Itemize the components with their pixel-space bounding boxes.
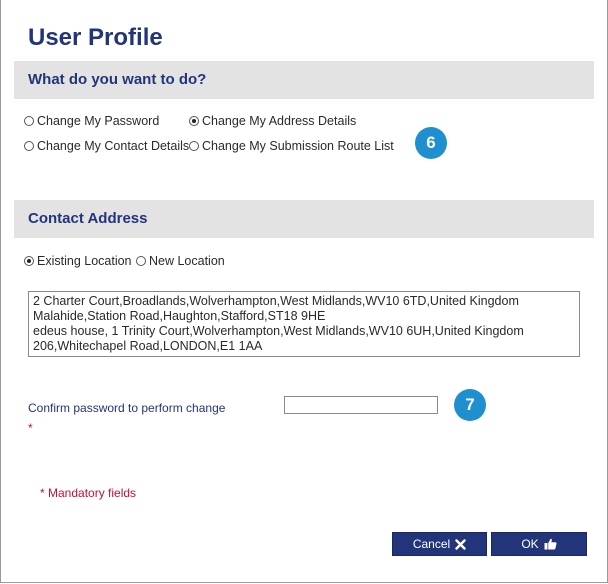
option-label: Change My Password <box>37 114 160 128</box>
address-option[interactable]: Malahide,Station Road,Haughton,Stafford,… <box>33 309 575 324</box>
confirm-password-label: Confirm password to perform change * <box>28 398 228 438</box>
cancel-button[interactable]: Cancel <box>392 532 487 556</box>
option-change-contact[interactable]: Change My Contact Details <box>24 139 189 153</box>
radio-change-address[interactable] <box>189 116 199 126</box>
step-badge-6: 6 <box>415 127 447 159</box>
option-label: Existing Location <box>37 254 132 268</box>
radio-change-submission-route[interactable] <box>189 141 199 151</box>
thumbs-up-icon <box>544 538 557 550</box>
confirm-password-input[interactable] <box>284 396 438 414</box>
required-mark: * <box>28 421 33 435</box>
page-title: User Profile <box>28 24 163 51</box>
address-option[interactable]: 206,Whitechapel Road,LONDON,E1 1AA <box>33 339 575 354</box>
option-change-address[interactable]: Change My Address Details <box>189 114 356 128</box>
action-section-header: What do you want to do? <box>14 61 594 99</box>
address-option[interactable]: edeus house, 1 Trinity Court,Wolverhampt… <box>33 324 575 339</box>
option-label: New Location <box>149 254 225 268</box>
option-existing-location[interactable]: Existing Location <box>24 254 132 268</box>
contact-address-header: Contact Address <box>14 200 594 238</box>
option-label: Change My Contact Details <box>37 139 190 153</box>
option-label: Change My Submission Route List <box>202 139 394 153</box>
cancel-button-label: Cancel <box>412 537 451 551</box>
radio-change-password[interactable] <box>24 116 34 126</box>
address-listbox[interactable]: 2 Charter Court,Broadlands,Wolverhampton… <box>28 291 580 357</box>
option-label: Change My Address Details <box>202 114 357 128</box>
radio-existing-location[interactable] <box>24 256 34 266</box>
option-new-location[interactable]: New Location <box>136 254 225 268</box>
option-change-password[interactable]: Change My Password <box>24 114 159 128</box>
radio-change-contact[interactable] <box>24 141 34 151</box>
step-badge-7: 7 <box>454 389 486 421</box>
close-icon <box>455 538 466 550</box>
address-option[interactable]: 2 Charter Court,Broadlands,Wolverhampton… <box>33 294 575 309</box>
mandatory-fields-note: * Mandatory fields <box>40 486 137 500</box>
ok-button[interactable]: OK <box>491 532 587 556</box>
radio-new-location[interactable] <box>136 256 146 266</box>
confirm-password-label-text: Confirm password to perform change <box>28 401 226 415</box>
option-change-submission-route[interactable]: Change My Submission Route List <box>189 139 394 153</box>
ok-button-label: OK <box>521 537 539 551</box>
